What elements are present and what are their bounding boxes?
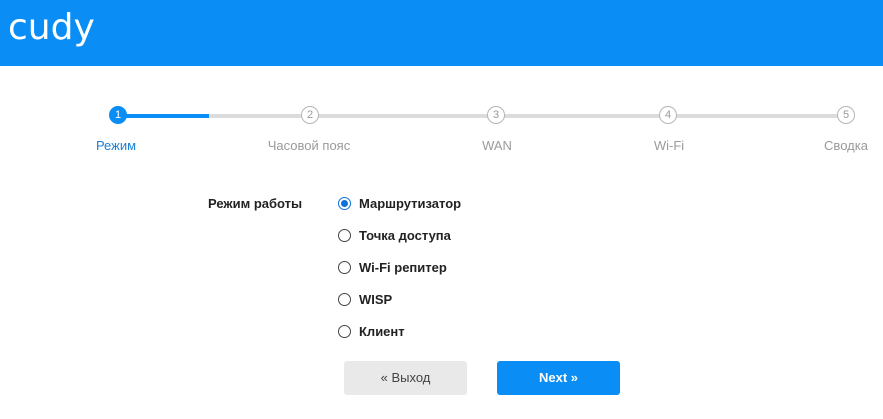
step-4-label: Wi-Fi bbox=[653, 138, 685, 153]
step-1-label: Режим bbox=[95, 138, 137, 153]
step-3-label: WAN bbox=[482, 138, 512, 153]
step-5-circle: 5 bbox=[837, 106, 855, 124]
mode-option-label: Wi-Fi репитер bbox=[359, 259, 447, 275]
radio-icon[interactable] bbox=[338, 324, 351, 338]
step-1-circle: 1 bbox=[109, 106, 127, 124]
radio-icon[interactable] bbox=[338, 260, 351, 274]
step-5-label: Сводка bbox=[824, 138, 868, 153]
radio-icon[interactable] bbox=[338, 228, 351, 242]
step-2-circle: 2 bbox=[301, 106, 319, 124]
radio-checked-icon[interactable] bbox=[338, 196, 351, 210]
step-2-label: Часовой пояс bbox=[267, 138, 351, 153]
cudy-logo: cudy bbox=[8, 7, 95, 48]
stepper-progress-track bbox=[118, 114, 209, 118]
mode-option-label: Точка доступа bbox=[359, 227, 451, 243]
next-button[interactable]: Next » bbox=[497, 361, 620, 395]
mode-option-wifi-repeater[interactable]: Wi-Fi репитер bbox=[338, 257, 447, 277]
step-4-circle: 4 bbox=[659, 106, 677, 124]
mode-option-label: Маршрутизатор bbox=[359, 195, 462, 211]
top-bar: cudy bbox=[0, 0, 883, 66]
mode-option-access-point[interactable]: Точка доступа bbox=[338, 225, 451, 245]
mode-option-label: WISP bbox=[359, 291, 393, 307]
exit-button[interactable]: « Выход bbox=[344, 361, 467, 395]
mode-option-router[interactable]: Маршрутизатор bbox=[338, 193, 461, 213]
mode-option-client[interactable]: Клиент bbox=[338, 321, 405, 341]
mode-option-wisp[interactable]: WISP bbox=[338, 289, 392, 309]
setup-wizard-stepper: 1 2 3 4 5 Режим Часовой пояс WAN Wi-Fi С… bbox=[0, 100, 883, 160]
step-3-circle: 3 bbox=[487, 106, 505, 124]
operation-mode-label: Режим работы bbox=[208, 196, 303, 211]
radio-icon[interactable] bbox=[338, 292, 351, 306]
mode-option-label: Клиент bbox=[359, 323, 405, 339]
